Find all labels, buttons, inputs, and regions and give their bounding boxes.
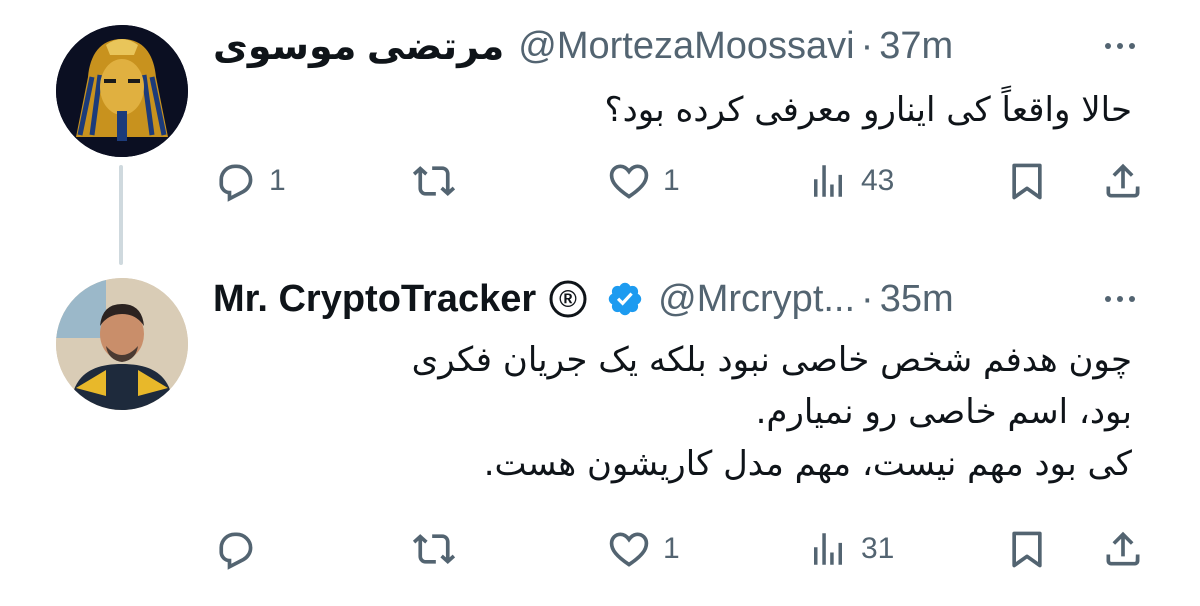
views-count: 43 <box>861 164 895 197</box>
retweet-icon <box>412 534 456 565</box>
registered-mark-icon: ® <box>549 280 587 318</box>
share-icon <box>1106 531 1140 566</box>
tweet-text: حالا واقعاً کی اینارو معرفی کرده بود؟ <box>604 90 1132 130</box>
like-button[interactable]: 1 <box>607 157 680 205</box>
username[interactable]: @MortezaMoossavi <box>518 25 854 68</box>
bookmark-icon <box>1012 531 1042 568</box>
tweet-header: مرتضی موسوی @MortezaMoossavi · 37m <box>213 22 1140 70</box>
man-portrait-icon <box>56 278 188 410</box>
pharaoh-mask-icon <box>56 25 188 157</box>
tweet-text: چون هدفم شخص خاصی نبود بلکه یک جریان فکر… <box>411 340 1132 484</box>
heart-icon <box>609 532 649 567</box>
views-count: 31 <box>861 532 895 565</box>
separator-dot: · <box>860 24 874 67</box>
share-icon <box>1106 163 1140 198</box>
tweet[interactable]: Mr. CryptoTracker ® @Mrcrypt... · 35m چو… <box>0 262 1200 606</box>
more-options-icon[interactable] <box>1100 285 1140 313</box>
reply-button[interactable] <box>213 525 269 573</box>
tweet-actions: 1 31 <box>213 525 1153 573</box>
bookmark-icon <box>1012 163 1042 200</box>
display-name[interactable]: مرتضی موسوی <box>213 24 504 69</box>
like-count: 1 <box>663 164 680 197</box>
share-button[interactable] <box>1101 157 1145 205</box>
retweet-button[interactable] <box>411 525 469 573</box>
bookmark-button[interactable] <box>1005 157 1049 205</box>
tweet-header: Mr. CryptoTracker ® @Mrcrypt... · 35m <box>213 275 1140 323</box>
badge-letter: ® <box>559 286 577 313</box>
separator-dot: · <box>861 277 874 320</box>
views-bar-chart-icon <box>814 165 842 197</box>
retweet-button[interactable] <box>411 157 469 205</box>
display-name[interactable]: Mr. CryptoTracker <box>213 278 536 321</box>
registered-badge: ® <box>548 279 588 319</box>
views-bar-chart-icon <box>814 533 842 565</box>
views-button[interactable]: 43 <box>807 157 894 205</box>
timestamp[interactable]: 37m <box>879 25 953 68</box>
username[interactable]: @Mrcrypt... <box>658 278 855 321</box>
reply-icon <box>219 164 253 202</box>
tweet-actions: 1 1 43 <box>213 157 1153 205</box>
bookmark-button[interactable] <box>1005 525 1049 573</box>
verified-badge-icon[interactable] <box>606 280 644 318</box>
heart-icon <box>609 164 649 199</box>
like-button[interactable]: 1 <box>607 525 680 573</box>
reply-icon <box>219 532 253 570</box>
reply-count: 1 <box>269 164 286 197</box>
more-options-icon[interactable] <box>1100 32 1140 60</box>
timestamp[interactable]: 35m <box>880 278 954 321</box>
tweet[interactable]: مرتضی موسوی @MortezaMoossavi · 37m حالا … <box>0 0 1200 240</box>
avatar[interactable] <box>56 25 188 157</box>
avatar[interactable] <box>56 278 188 410</box>
views-button[interactable]: 31 <box>807 525 894 573</box>
retweet-icon <box>412 166 456 197</box>
like-count: 1 <box>663 532 680 565</box>
share-button[interactable] <box>1101 525 1145 573</box>
reply-button[interactable]: 1 <box>213 157 286 205</box>
